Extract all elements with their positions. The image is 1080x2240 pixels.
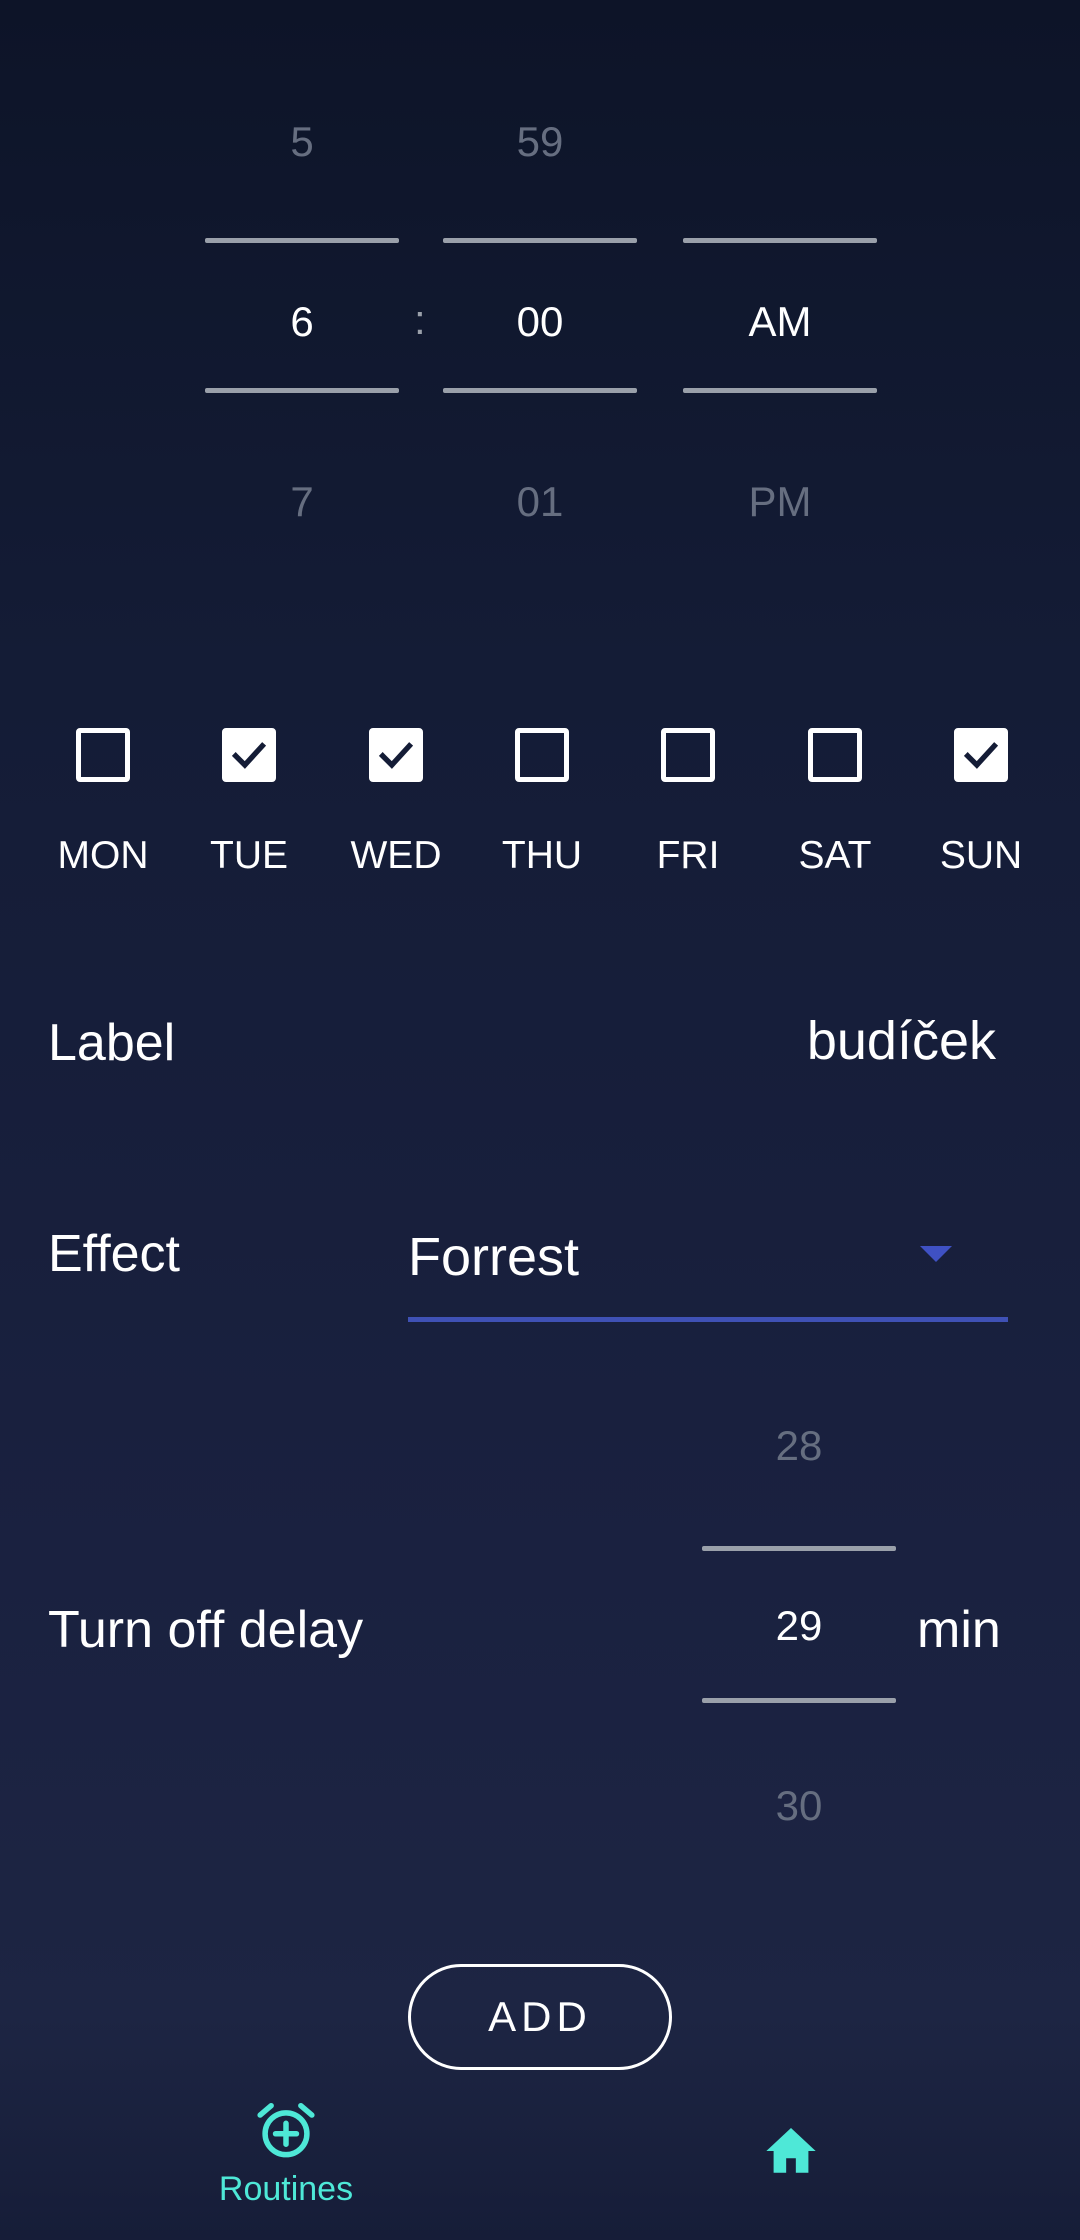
alarm-add-icon bbox=[257, 2102, 315, 2158]
effect-selected-value: Forrest bbox=[408, 1227, 580, 1287]
minute-selected[interactable]: 00 bbox=[443, 298, 637, 346]
minute-below[interactable]: 01 bbox=[443, 478, 637, 526]
fri-checkbox[interactable] bbox=[661, 728, 715, 782]
period-divider-top bbox=[683, 238, 877, 243]
day-wed[interactable]: WED bbox=[326, 728, 466, 888]
period-selected[interactable]: AM bbox=[683, 298, 877, 346]
add-button[interactable]: ADD bbox=[408, 1964, 672, 2070]
hour-below[interactable]: 7 bbox=[205, 478, 399, 526]
checkmark-icon bbox=[963, 742, 999, 769]
day-label: MON bbox=[57, 834, 149, 877]
tue-checkbox[interactable] bbox=[222, 728, 276, 782]
minute-divider-bottom bbox=[443, 388, 637, 393]
delay-picker[interactable]: 28 29 30 bbox=[702, 1390, 896, 1850]
effect-dropdown[interactable]: Forrest bbox=[408, 1210, 1008, 1322]
delay-unit: min bbox=[917, 1601, 1001, 1659]
wed-checkbox[interactable] bbox=[369, 728, 423, 782]
delay-above[interactable]: 28 bbox=[702, 1422, 896, 1470]
sun-checkbox[interactable] bbox=[954, 728, 1008, 782]
label-title: Label bbox=[48, 1014, 176, 1072]
period-divider-bottom bbox=[683, 388, 877, 393]
delay-selected[interactable]: 29 bbox=[702, 1602, 896, 1650]
dropdown-underline bbox=[408, 1317, 1008, 1322]
day-label: TUE bbox=[210, 834, 288, 877]
thu-checkbox[interactable] bbox=[515, 728, 569, 782]
day-sun[interactable]: SUN bbox=[911, 728, 1051, 888]
hour-selected[interactable]: 6 bbox=[205, 298, 399, 346]
mon-checkbox[interactable] bbox=[76, 728, 130, 782]
hour-above[interactable]: 5 bbox=[205, 118, 399, 166]
hour-divider-top bbox=[205, 238, 399, 243]
hour-picker[interactable]: 5 6 7 bbox=[205, 100, 399, 560]
day-fri[interactable]: FRI bbox=[618, 728, 758, 888]
sat-checkbox[interactable] bbox=[808, 728, 862, 782]
effect-title: Effect bbox=[48, 1225, 181, 1283]
delay-divider-top bbox=[702, 1546, 896, 1551]
nav-routines[interactable]: Routines bbox=[186, 2098, 386, 2228]
minute-picker[interactable]: 59 00 01 bbox=[443, 100, 637, 560]
day-mon[interactable]: MON bbox=[33, 728, 173, 888]
day-label: WED bbox=[350, 834, 442, 877]
checkmark-icon bbox=[378, 742, 414, 769]
delay-divider-bottom bbox=[702, 1698, 896, 1703]
label-input[interactable]: budíček bbox=[807, 1010, 996, 1072]
dropdown-arrow-icon bbox=[920, 1246, 952, 1262]
day-label: FRI bbox=[656, 834, 720, 877]
checkmark-icon bbox=[231, 742, 267, 769]
day-tue[interactable]: TUE bbox=[179, 728, 319, 888]
day-label: THU bbox=[501, 834, 583, 877]
home-icon bbox=[766, 2128, 816, 2173]
nav-routines-label: Routines bbox=[218, 2170, 354, 2208]
day-sat[interactable]: SAT bbox=[765, 728, 905, 888]
delay-title: Turn off delay bbox=[48, 1601, 364, 1659]
delay-below[interactable]: 30 bbox=[702, 1782, 896, 1830]
day-thu[interactable]: THU bbox=[472, 728, 612, 888]
minute-divider-top bbox=[443, 238, 637, 243]
time-separator: : bbox=[414, 296, 426, 343]
day-label: SUN bbox=[939, 834, 1023, 877]
nav-home[interactable] bbox=[755, 2122, 827, 2194]
day-label: SAT bbox=[798, 834, 872, 877]
hour-divider-bottom bbox=[205, 388, 399, 393]
period-below[interactable]: PM bbox=[683, 478, 877, 526]
period-picker[interactable]: AM PM bbox=[683, 100, 877, 560]
minute-above[interactable]: 59 bbox=[443, 118, 637, 166]
